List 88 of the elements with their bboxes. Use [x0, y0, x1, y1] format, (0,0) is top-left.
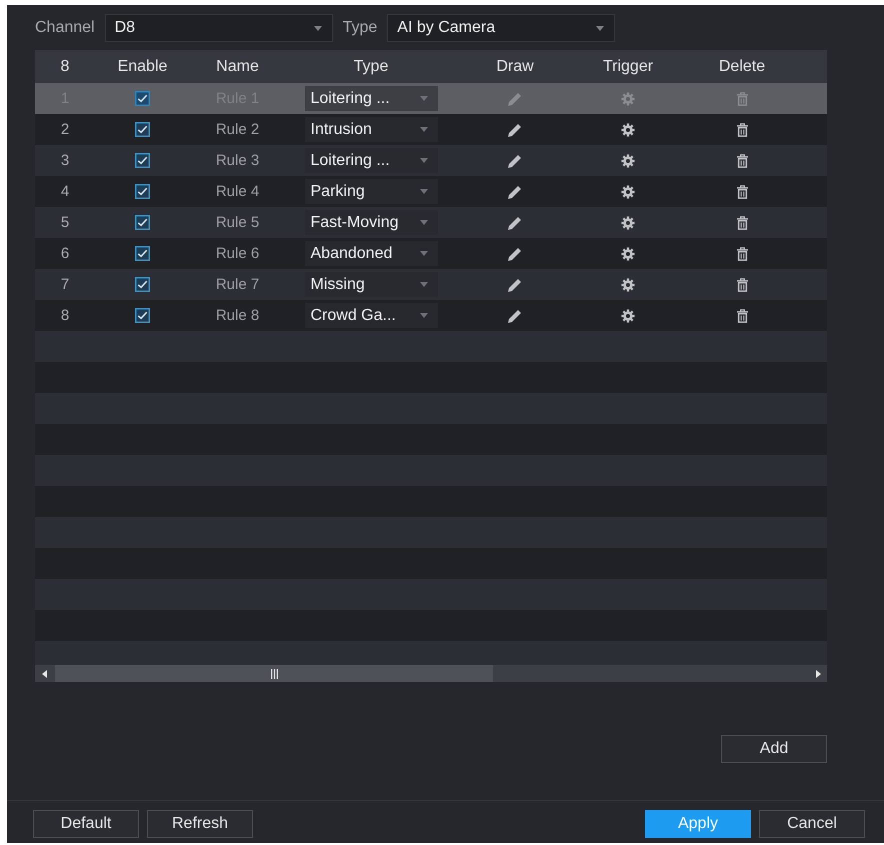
rule-row[interactable]: 8 Rule 8 Crowd Ga... — [35, 300, 827, 331]
footer-button[interactable]: Default — [33, 810, 139, 838]
caret-icon — [420, 158, 428, 163]
scroll-right-icon[interactable] — [816, 670, 821, 678]
trash-icon[interactable] — [736, 278, 748, 292]
column-header: Name — [216, 58, 259, 76]
column-header: Draw — [496, 58, 534, 76]
column-header: 8 — [60, 58, 70, 76]
rule-row[interactable]: 7 Rule 7 Missing — [35, 269, 827, 300]
column-header: Delete — [718, 58, 766, 76]
rule-name: Rule 3 — [216, 152, 260, 169]
footer-button[interactable]: Refresh — [147, 810, 253, 838]
filter-label: Type — [342, 19, 378, 37]
grip-icon — [270, 668, 278, 678]
trash-icon[interactable] — [736, 246, 748, 260]
enable-checkbox[interactable] — [135, 91, 150, 106]
column-header: Enable — [118, 58, 168, 76]
rule-name: Rule 4 — [216, 183, 260, 200]
caret-icon — [420, 189, 428, 194]
add-button[interactable]: Add — [721, 735, 827, 763]
filter-label: Channel — [35, 19, 95, 37]
column-header: Trigger — [602, 58, 654, 76]
rule-row[interactable]: 2 Rule 2 Intrusion — [35, 114, 827, 145]
rule-row[interactable]: 4 Rule 4 Parking — [35, 176, 827, 207]
trash-icon[interactable] — [736, 184, 748, 198]
type-dropdown[interactable]: Crowd Ga... — [304, 303, 438, 328]
enable-checkbox[interactable] — [135, 153, 150, 168]
enable-checkbox[interactable] — [135, 215, 150, 230]
gear-icon[interactable] — [621, 184, 635, 198]
type-dropdown[interactable]: Missing — [304, 272, 438, 297]
trash-icon[interactable] — [736, 216, 748, 230]
scrollbar-thumb[interactable] — [55, 665, 494, 682]
enable-checkbox[interactable] — [135, 122, 150, 137]
pencil-icon[interactable] — [508, 122, 522, 136]
row-number: 7 — [60, 276, 70, 293]
caret-icon — [420, 251, 428, 256]
scroll-left-icon[interactable] — [42, 670, 47, 678]
pencil-icon[interactable] — [508, 308, 522, 322]
row-number: 4 — [60, 183, 70, 200]
filter-dropdown[interactable]: D8 — [104, 14, 333, 42]
rule-name: Rule 5 — [216, 214, 260, 231]
row-number: 6 — [60, 245, 70, 262]
caret-icon — [420, 220, 428, 225]
gear-icon[interactable] — [621, 122, 635, 136]
rule-name: Rule 8 — [216, 307, 260, 324]
trash-icon[interactable] — [736, 308, 748, 322]
column-header: Type — [354, 58, 388, 76]
gear-icon[interactable] — [621, 246, 635, 260]
horizontal-scrollbar[interactable] — [35, 665, 827, 682]
caret-icon — [420, 282, 428, 287]
pencil-icon[interactable] — [508, 184, 522, 198]
rule-row[interactable]: 3 Rule 3 Loitering ... — [35, 145, 827, 176]
row-number: 5 — [60, 214, 70, 231]
row-number: 3 — [60, 152, 70, 169]
gear-icon[interactable] — [621, 278, 635, 292]
trash-icon[interactable] — [736, 154, 748, 168]
pencil-icon[interactable] — [508, 154, 522, 168]
pencil-icon[interactable] — [508, 216, 522, 230]
enable-checkbox[interactable] — [135, 246, 150, 261]
footer-button[interactable]: Cancel — [759, 810, 865, 838]
type-dropdown[interactable]: Parking — [304, 179, 438, 204]
enable-checkbox[interactable] — [135, 184, 150, 199]
caret-icon — [420, 96, 428, 101]
type-dropdown[interactable]: Loitering ... — [304, 86, 438, 111]
row-number: 2 — [60, 121, 70, 138]
rule-name: Rule 7 — [216, 276, 260, 293]
gear-icon[interactable] — [621, 308, 635, 322]
rule-row[interactable]: 5 Rule 5 Fast-Moving — [35, 207, 827, 238]
type-dropdown[interactable]: Loitering ... — [304, 148, 438, 173]
row-number: 8 — [60, 307, 70, 324]
enable-checkbox[interactable] — [135, 308, 150, 323]
rule-row[interactable]: 6 Rule 6 Abandoned — [35, 238, 827, 269]
rule-name: Rule 6 — [216, 245, 260, 262]
type-dropdown[interactable]: Abandoned — [304, 241, 438, 266]
type-dropdown[interactable]: Intrusion — [304, 117, 438, 142]
caret-icon — [420, 313, 428, 318]
pencil-icon[interactable] — [508, 278, 522, 292]
filter-dropdown[interactable]: AI by Camera — [387, 14, 616, 42]
caret-icon — [420, 127, 428, 132]
caret-icon — [596, 26, 604, 30]
type-dropdown[interactable]: Fast-Moving — [304, 210, 438, 235]
rule-name: Rule 2 — [216, 121, 260, 138]
gear-icon[interactable] — [621, 154, 635, 168]
pencil-icon[interactable] — [508, 246, 522, 260]
trash-icon[interactable] — [736, 122, 748, 136]
gear-icon[interactable] — [621, 216, 635, 230]
enable-checkbox[interactable] — [135, 277, 150, 292]
caret-icon — [314, 26, 322, 30]
